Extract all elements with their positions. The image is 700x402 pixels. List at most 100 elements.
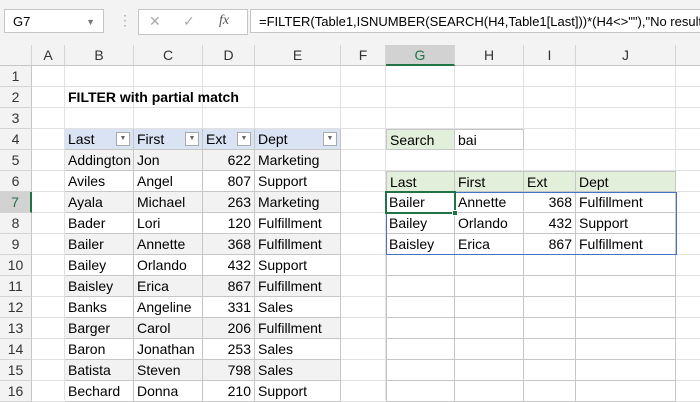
row-header-10[interactable]: 10	[0, 255, 32, 276]
source-cell[interactable]: Carol	[134, 318, 203, 339]
filter-dropdown-icon[interactable]: ▼	[237, 132, 251, 146]
source-cell[interactable]: Bader	[65, 213, 134, 234]
active-cell-G7[interactable]	[385, 191, 456, 214]
results-empty-cell[interactable]	[386, 360, 455, 381]
row-header-4[interactable]: 4	[0, 129, 32, 150]
cancel-icon[interactable]: ✕	[149, 13, 161, 30]
results-empty-cell[interactable]	[386, 318, 455, 339]
row-header-5[interactable]: 5	[0, 150, 32, 171]
results-empty-cell[interactable]	[524, 297, 576, 318]
source-cell[interactable]: Fulfillment	[255, 234, 341, 255]
row-header-13[interactable]: 13	[0, 318, 32, 339]
row-header-7[interactable]: 7	[0, 192, 32, 213]
fx-icon[interactable]: fx	[219, 13, 229, 29]
source-cell[interactable]: 210	[203, 381, 255, 402]
source-cell[interactable]: Addington	[65, 150, 134, 171]
column-header-k[interactable]	[676, 45, 700, 66]
source-cell[interactable]: Angeline	[134, 297, 203, 318]
results-empty-cell[interactable]	[576, 276, 676, 297]
source-cell[interactable]: Sales	[255, 360, 341, 381]
row-header-8[interactable]: 8	[0, 213, 32, 234]
source-cell[interactable]: Ayala	[65, 192, 134, 213]
row-header-16[interactable]: 16	[0, 381, 32, 402]
results-empty-cell[interactable]	[386, 255, 455, 276]
results-empty-cell[interactable]	[576, 255, 676, 276]
row-header-3[interactable]: 3	[0, 108, 32, 129]
source-cell[interactable]: Baron	[65, 339, 134, 360]
results-empty-cell[interactable]	[455, 276, 524, 297]
results-empty-cell[interactable]	[386, 276, 455, 297]
filter-dropdown-icon[interactable]: ▼	[185, 132, 199, 146]
source-cell[interactable]: Bailey	[65, 255, 134, 276]
source-cell[interactable]: Support	[255, 171, 341, 192]
results-empty-cell[interactable]	[386, 339, 455, 360]
results-empty-cell[interactable]	[386, 381, 455, 402]
row-header-9[interactable]: 9	[0, 234, 32, 255]
fill-handle[interactable]	[452, 210, 458, 216]
source-cell[interactable]: Marketing	[255, 150, 341, 171]
source-cell[interactable]: Erica	[134, 276, 203, 297]
source-cell[interactable]: Fulfillment	[255, 318, 341, 339]
column-header-D[interactable]: D	[203, 45, 255, 66]
source-cell[interactable]: Batista	[65, 360, 134, 381]
filter-dropdown-icon[interactable]: ▼	[116, 132, 130, 146]
source-cell[interactable]: Fulfillment	[255, 213, 341, 234]
column-header-C[interactable]: C	[134, 45, 203, 66]
results-empty-cell[interactable]	[524, 276, 576, 297]
row-header-12[interactable]: 12	[0, 297, 32, 318]
source-cell[interactable]: Aviles	[65, 171, 134, 192]
source-cell[interactable]: Sales	[255, 297, 341, 318]
source-cell[interactable]: 120	[203, 213, 255, 234]
source-cell[interactable]: Marketing	[255, 192, 341, 213]
source-cell[interactable]: 253	[203, 339, 255, 360]
results-empty-cell[interactable]	[455, 255, 524, 276]
source-cell[interactable]: 331	[203, 297, 255, 318]
source-cell[interactable]: Baisley	[65, 276, 134, 297]
select-all-corner[interactable]	[0, 45, 32, 66]
source-cell[interactable]: Donna	[134, 381, 203, 402]
source-cell[interactable]: Orlando	[134, 255, 203, 276]
source-cell[interactable]: 867	[203, 276, 255, 297]
formula-input[interactable]: =FILTER(Table1,ISNUMBER(SEARCH(H4,Table1…	[250, 9, 700, 33]
source-cell[interactable]: Bechard	[65, 381, 134, 402]
chevron-down-icon[interactable]: ▼	[86, 10, 95, 34]
results-empty-cell[interactable]	[524, 318, 576, 339]
source-cell[interactable]: Jonathan	[134, 339, 203, 360]
source-cell[interactable]: Angel	[134, 171, 203, 192]
source-cell[interactable]: Lori	[134, 213, 203, 234]
column-header-E[interactable]: E	[255, 45, 341, 66]
source-cell[interactable]: Steven	[134, 360, 203, 381]
row-header-1[interactable]: 1	[0, 66, 32, 87]
source-cell[interactable]: Michael	[134, 192, 203, 213]
source-cell[interactable]: Fulfillment	[255, 276, 341, 297]
results-empty-cell[interactable]	[576, 360, 676, 381]
results-empty-cell[interactable]	[455, 297, 524, 318]
results-empty-cell[interactable]	[524, 339, 576, 360]
source-cell[interactable]: Support	[255, 381, 341, 402]
source-cell[interactable]: Barger	[65, 318, 134, 339]
source-cell[interactable]: Jon	[134, 150, 203, 171]
results-empty-cell[interactable]	[524, 381, 576, 402]
column-header-F[interactable]: F	[341, 45, 386, 66]
row-header-15[interactable]: 15	[0, 360, 32, 381]
results-empty-cell[interactable]	[576, 339, 676, 360]
drag-handle-icon[interactable]: ⋮	[118, 12, 132, 29]
source-cell[interactable]: 798	[203, 360, 255, 381]
name-box[interactable]: G7 ▼	[4, 9, 104, 33]
row-header-2[interactable]: 2	[0, 87, 32, 108]
column-header-B[interactable]: B	[65, 45, 134, 66]
source-cell[interactable]: Support	[255, 255, 341, 276]
results-empty-cell[interactable]	[576, 318, 676, 339]
results-empty-cell[interactable]	[455, 360, 524, 381]
results-empty-cell[interactable]	[455, 339, 524, 360]
source-cell[interactable]: Annette	[134, 234, 203, 255]
results-empty-cell[interactable]	[576, 297, 676, 318]
results-empty-cell[interactable]	[455, 318, 524, 339]
source-cell[interactable]: Bailer	[65, 234, 134, 255]
source-cell[interactable]: Sales	[255, 339, 341, 360]
results-empty-cell[interactable]	[455, 381, 524, 402]
search-input[interactable]: bai	[454, 129, 524, 150]
row-header-14[interactable]: 14	[0, 339, 32, 360]
row-header-11[interactable]: 11	[0, 276, 32, 297]
results-empty-cell[interactable]	[386, 297, 455, 318]
